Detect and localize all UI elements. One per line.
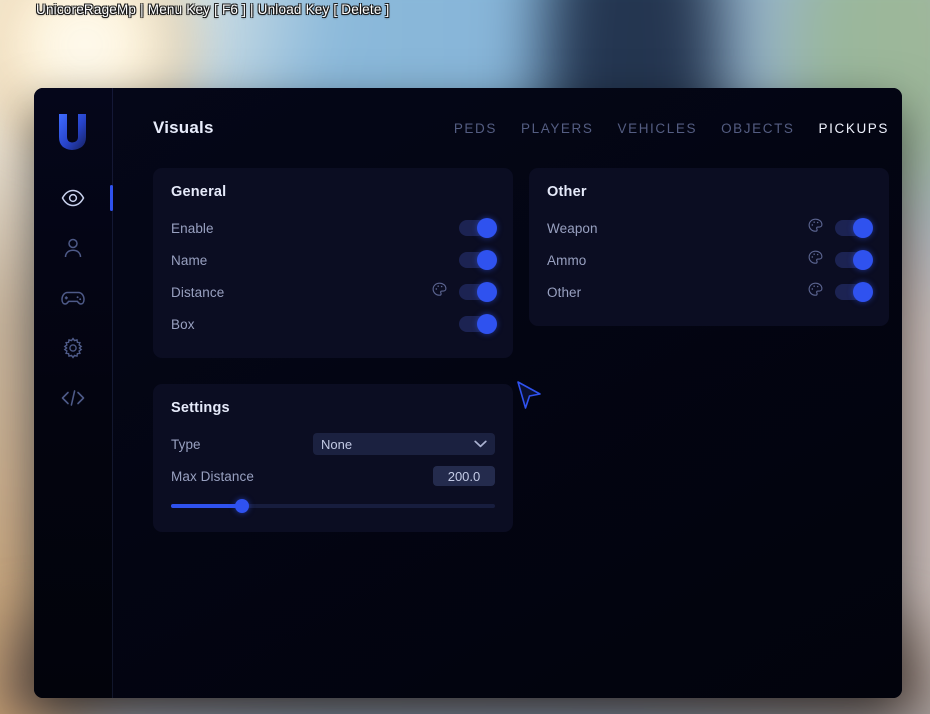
overlay-hint-text: UnicoreRageMp | Menu Key [ F6 ] | Unload… xyxy=(36,2,390,17)
toggle-name[interactable] xyxy=(459,250,497,270)
person-icon xyxy=(63,238,83,259)
settings-card: Settings Type None Max Distance 200.0 xyxy=(153,384,513,532)
row-label-box: Box xyxy=(171,316,195,332)
row-label-max-distance: Max Distance xyxy=(171,468,254,484)
type-select[interactable]: None xyxy=(313,433,495,455)
cheat-menu-window: Visuals PEDS PLAYERS VEHICLES OBJECTS PI… xyxy=(34,88,902,698)
toggle-enable[interactable] xyxy=(459,218,497,238)
eye-icon xyxy=(61,189,85,207)
sidebar xyxy=(34,88,113,698)
code-icon xyxy=(60,389,86,407)
row-label-weapon: Weapon xyxy=(547,220,598,236)
row-label-enable: Enable xyxy=(171,220,214,236)
toggle-box[interactable] xyxy=(459,314,497,334)
slider-thumb[interactable] xyxy=(235,499,250,513)
toggle-ammo[interactable] xyxy=(835,250,873,270)
toggle-knob xyxy=(853,282,873,302)
sidebar-item-visuals[interactable] xyxy=(34,184,113,212)
row-other: Other xyxy=(547,276,873,308)
sidebar-item-settings[interactable] xyxy=(34,334,112,362)
palette-icon[interactable] xyxy=(808,282,823,302)
toggle-weapon[interactable] xyxy=(835,218,873,238)
tab-peds[interactable]: PEDS xyxy=(454,121,497,136)
row-controls xyxy=(432,282,497,302)
type-select-value: None xyxy=(321,436,353,452)
toggle-distance[interactable] xyxy=(459,282,497,302)
sidebar-item-game[interactable] xyxy=(34,284,112,312)
content-area: Visuals PEDS PLAYERS VEHICLES OBJECTS PI… xyxy=(113,88,902,698)
max-distance-slider[interactable] xyxy=(171,498,495,514)
tab-objects[interactable]: OBJECTS xyxy=(721,121,794,136)
palette-icon[interactable] xyxy=(432,282,447,302)
gear-icon xyxy=(62,337,84,359)
toggle-knob xyxy=(853,218,873,238)
row-distance: Distance xyxy=(171,276,497,308)
tab-vehicles[interactable]: VEHICLES xyxy=(617,121,697,136)
row-label-name: Name xyxy=(171,252,208,268)
row-max-distance: Max Distance 200.0 xyxy=(171,460,495,492)
tab-pickups[interactable]: PICKUPS xyxy=(819,121,889,136)
chevron-down-icon xyxy=(474,435,487,453)
palette-icon[interactable] xyxy=(808,218,823,238)
row-ammo: Ammo xyxy=(547,244,873,276)
tab-players[interactable]: PLAYERS xyxy=(521,121,593,136)
panels: General Enable Name Distance Box Setting… xyxy=(113,168,902,532)
other-card-title: Other xyxy=(547,184,587,200)
topbar: Visuals PEDS PLAYERS VEHICLES OBJECTS PI… xyxy=(113,88,902,168)
sidebar-nav xyxy=(34,184,113,412)
general-card: General Enable Name Distance Box xyxy=(153,168,513,358)
tab-bar: PEDS PLAYERS VEHICLES OBJECTS PICKUPS xyxy=(454,121,889,136)
slider-fill xyxy=(171,504,243,508)
row-label-type: Type xyxy=(171,436,201,452)
toggle-knob xyxy=(477,314,497,334)
row-controls xyxy=(808,282,873,302)
row-name: Name xyxy=(171,244,497,276)
row-controls xyxy=(808,250,873,270)
row-controls xyxy=(459,250,497,270)
row-enable: Enable xyxy=(171,212,497,244)
toggle-knob xyxy=(477,282,497,302)
toggle-other[interactable] xyxy=(835,282,873,302)
palette-icon[interactable] xyxy=(808,250,823,270)
sidebar-item-scripts[interactable] xyxy=(34,384,112,412)
row-controls xyxy=(459,218,497,238)
max-distance-value[interactable]: 200.0 xyxy=(433,466,495,486)
left-column: General Enable Name Distance Box Setting… xyxy=(153,168,513,532)
row-label-distance: Distance xyxy=(171,284,225,300)
unicore-logo xyxy=(53,110,93,154)
toggle-knob xyxy=(477,250,497,270)
settings-card-title: Settings xyxy=(171,400,230,416)
row-controls xyxy=(808,218,873,238)
row-weapon: Weapon xyxy=(547,212,873,244)
toggle-knob xyxy=(853,250,873,270)
page-title: Visuals xyxy=(153,118,214,137)
gamepad-icon xyxy=(60,289,86,307)
sidebar-item-player[interactable] xyxy=(34,234,112,262)
row-type: Type None xyxy=(171,428,495,460)
general-card-title: General xyxy=(171,184,227,200)
row-label-other: Other xyxy=(547,284,582,300)
screen: UnicoreRageMp | Menu Key [ F6 ] | Unload… xyxy=(0,0,930,714)
row-controls xyxy=(459,314,497,334)
row-box: Box xyxy=(171,308,497,340)
other-card: Other Weapon Ammo Other xyxy=(529,168,889,326)
right-column: Other Weapon Ammo Other xyxy=(529,168,889,532)
toggle-knob xyxy=(477,218,497,238)
row-label-ammo: Ammo xyxy=(547,252,587,268)
